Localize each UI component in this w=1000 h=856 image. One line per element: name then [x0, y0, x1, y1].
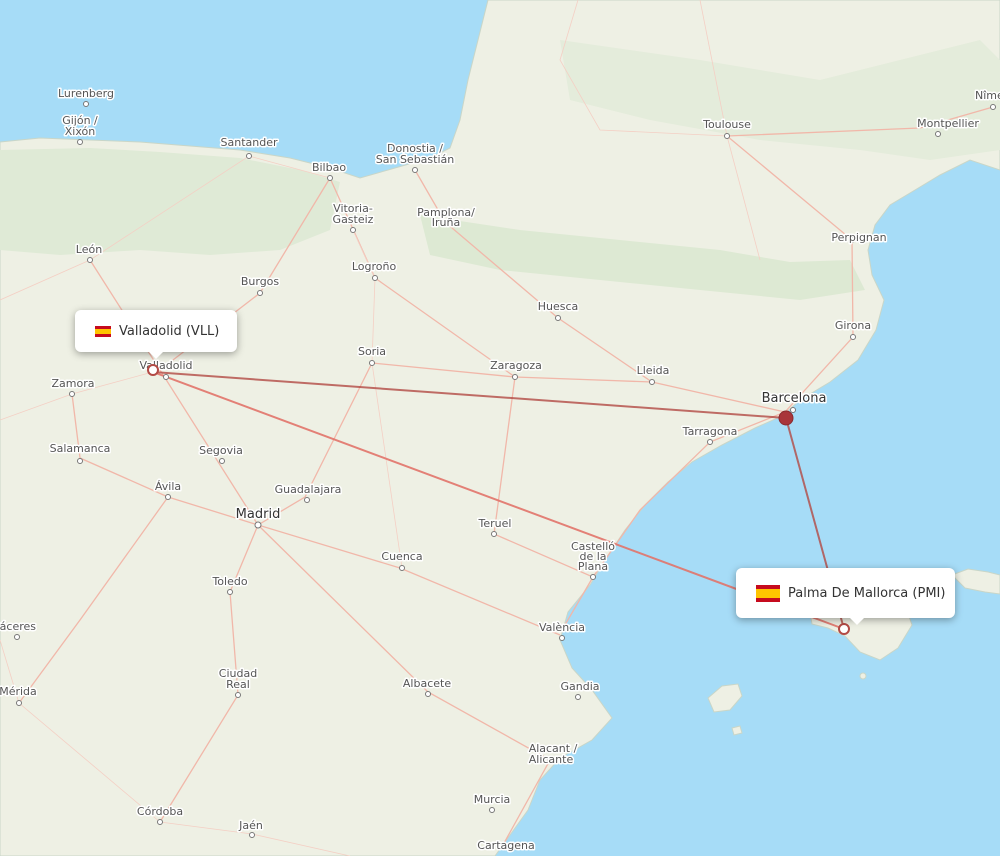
city-label-xixon: Xixón: [65, 125, 95, 138]
city-label-perpignan: Perpignan: [831, 231, 886, 244]
city-label-merida: Mérida: [0, 685, 37, 698]
city-label-cuenca: Cuenca: [381, 550, 422, 563]
city-label-santander: Santander: [221, 136, 278, 149]
city-label-madrid: Madrid: [236, 507, 281, 522]
city-label-caceres: Cáceres: [0, 620, 36, 633]
city-label-cordoba: Córdoba: [137, 805, 183, 818]
city-label-toulouse: Toulouse: [702, 118, 751, 131]
route-map[interactable]: Lurenberg Gijón / Xixón Santander Bilbao…: [0, 0, 1000, 856]
city-label-ciudad-real-2: Real: [226, 678, 250, 691]
city-label-lurenberg: Lurenberg: [58, 87, 114, 100]
city-label-montpellier: Montpellier: [917, 117, 979, 130]
city-label-alacant-2: Alicante: [529, 753, 574, 766]
city-label-albacete: Albacete: [403, 677, 451, 690]
origin-pin-icon[interactable]: [148, 365, 158, 375]
city-label-soria: Soria: [358, 345, 386, 358]
city-label-girona: Girona: [835, 319, 871, 332]
origin-airport-callout[interactable]: Valladolid (VLL): [75, 310, 237, 352]
callout-pointer: [149, 352, 163, 359]
destination-pin-icon[interactable]: [839, 624, 849, 634]
city-label-salamanca: Salamanca: [50, 442, 111, 455]
spain-flag-icon: [95, 326, 111, 337]
city-label-logrono: Logroño: [352, 260, 397, 273]
city-label-zamora: Zamora: [52, 377, 95, 390]
formentera-island: [732, 726, 742, 735]
cabrera-island: [860, 673, 866, 679]
callout-pointer: [850, 618, 864, 625]
city-label-valencia: València: [539, 621, 585, 634]
city-label-tarragona: Tarragona: [682, 425, 738, 438]
city-label-cartagena: Cartagena: [477, 839, 534, 852]
city-label-gasteiz: Gasteiz: [333, 213, 374, 226]
destination-airport-label: Palma De Mallorca (PMI): [788, 586, 945, 601]
origin-airport-label: Valladolid (VLL): [119, 324, 219, 339]
city-label-iruna: Iruña: [432, 216, 460, 229]
spain-flag-icon: [756, 585, 780, 602]
city-label-gandia: Gandia: [560, 680, 599, 693]
city-label-burgos: Burgos: [241, 275, 280, 288]
hub-marker-barcelona[interactable]: [779, 411, 793, 425]
city-label-lleida: Lleida: [637, 364, 670, 377]
city-label-nimes: Nîmes: [975, 89, 1000, 102]
city-label-leon: León: [76, 243, 102, 256]
city-label-bilbao: Bilbao: [312, 161, 346, 174]
city-label-huesca: Huesca: [538, 300, 579, 313]
city-label-murcia: Murcia: [474, 793, 511, 806]
city-label-toledo: Toledo: [211, 575, 247, 588]
city-label-zaragoza: Zaragoza: [490, 359, 542, 372]
destination-airport-callout[interactable]: Palma De Mallorca (PMI): [736, 568, 955, 618]
city-label-san-sebastian: San Sebastián: [376, 153, 455, 166]
city-label-guadalajara: Guadalajara: [275, 483, 342, 496]
city-label-avila: Ávila: [155, 480, 181, 493]
city-label-barcelona: Barcelona: [762, 391, 827, 406]
city-label-jaen: Jaén: [238, 819, 263, 832]
city-label-segovia: Segovia: [199, 444, 243, 457]
city-label-castello-3: Plana: [578, 560, 608, 573]
city-label-teruel: Teruel: [478, 517, 512, 530]
